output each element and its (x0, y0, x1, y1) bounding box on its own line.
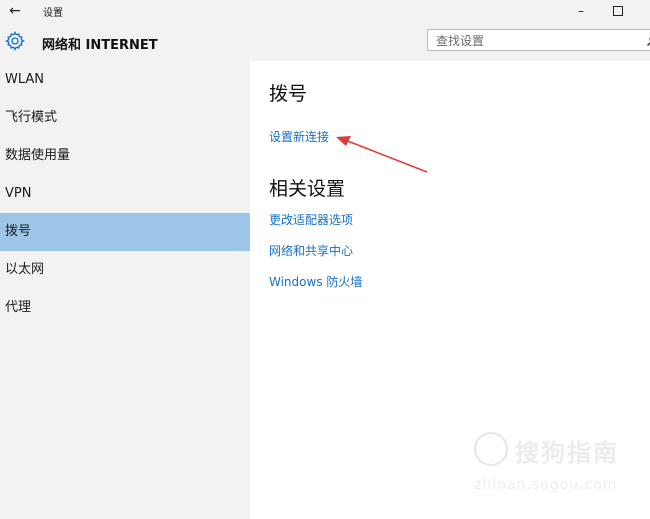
sidebar-item-ethernet[interactable]: 以太网 (0, 251, 250, 289)
sidebar-item-vpn[interactable]: VPN (0, 175, 250, 213)
search-box[interactable] (427, 29, 650, 51)
setup-new-connection-link[interactable]: 设置新连接 (269, 128, 329, 145)
page-title: 网络和 INTERNET (42, 38, 158, 53)
section-title-related-settings: 相关设置 (269, 178, 346, 200)
sidebar: WLAN 飞行模式 数据使用量 VPN 拨号 以太网 代理 (0, 61, 250, 519)
maximize-button[interactable] (607, 1, 629, 21)
change-adapter-options-link[interactable]: 更改适配器选项 (269, 211, 353, 228)
search-input[interactable] (434, 32, 638, 50)
title-bar: ← 设置 – (0, 0, 650, 22)
section-title-dial-up: 拨号 (269, 83, 308, 105)
search-icon[interactable] (646, 33, 650, 47)
watermark-text: 搜狗指南 (515, 439, 619, 467)
minimize-button[interactable]: – (570, 1, 592, 21)
sidebar-item-data-usage[interactable]: 数据使用量 (0, 137, 250, 175)
windows-firewall-link[interactable]: Windows 防火墙 (269, 273, 362, 290)
sidebar-item-dial-up[interactable]: 拨号 (0, 213, 250, 251)
window-title: 设置 (43, 8, 63, 19)
gear-icon (5, 31, 25, 51)
maximize-icon (613, 6, 623, 16)
watermark-url: zhinan.sogou.com (474, 477, 618, 493)
network-sharing-center-link[interactable]: 网络和共享中心 (269, 242, 353, 259)
settings-header: 网络和 INTERNET (0, 22, 650, 61)
sidebar-item-wlan[interactable]: WLAN (0, 61, 250, 99)
back-arrow-icon[interactable]: ← (4, 1, 26, 21)
watermark-logo (474, 432, 508, 466)
sidebar-item-proxy[interactable]: 代理 (0, 289, 250, 327)
sidebar-item-airplane-mode[interactable]: 飞行模式 (0, 99, 250, 137)
